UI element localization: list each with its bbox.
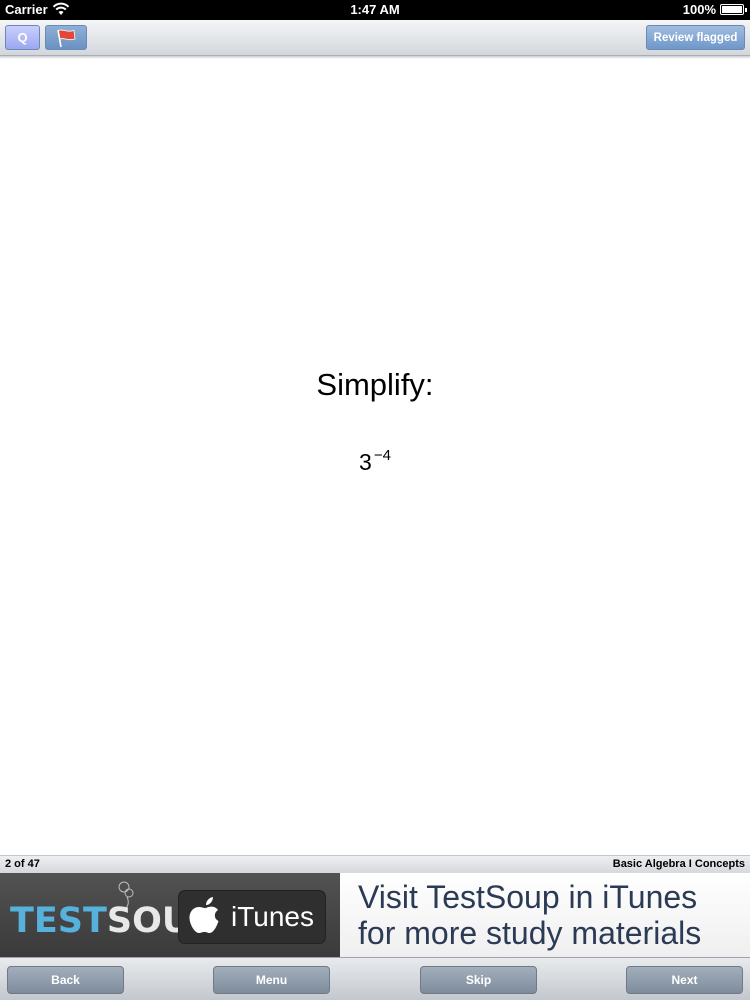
question-card[interactable]: Simplify: 3 −4 xyxy=(0,59,750,855)
bottom-toolbar: Back Menu Skip Next xyxy=(0,957,750,1000)
menu-button[interactable]: Menu xyxy=(213,966,330,994)
battery-percent: 100% xyxy=(682,2,716,17)
itunes-badge-label: iTunes xyxy=(231,901,315,932)
clock: 1:47 AM xyxy=(350,2,400,17)
question-progress: 2 of 47 xyxy=(5,858,40,870)
question-prompt: Simplify: xyxy=(316,367,434,402)
info-bar: 2 of 47 Basic Algebra I Concepts xyxy=(0,855,750,873)
ad-message-panel: Visit TestSoup in iTunes for more study … xyxy=(340,873,750,957)
expression-exponent: −4 xyxy=(373,447,391,464)
expression-base: 3 xyxy=(359,449,372,475)
back-button[interactable]: Back xyxy=(7,966,124,994)
battery-icon xyxy=(720,4,747,15)
flag-button[interactable] xyxy=(45,25,87,50)
skip-button[interactable]: Skip xyxy=(420,966,537,994)
flag-icon xyxy=(57,29,76,47)
review-flagged-button[interactable]: Review flagged xyxy=(646,25,745,50)
ad-line-1: Visit TestSoup in iTunes xyxy=(358,879,698,915)
q-button-label: Q xyxy=(17,30,28,45)
ad-line-2: for more study materials xyxy=(358,915,702,951)
next-button[interactable]: Next xyxy=(626,966,743,994)
ad-brand-panel: TESTSOUP iTunes xyxy=(0,873,340,957)
ad-banner[interactable]: TESTSOUP iTunes Visit TestSoup in iTunes… xyxy=(0,873,750,957)
itunes-badge: iTunes xyxy=(178,890,326,944)
question-expression: 3 −4 xyxy=(0,447,750,476)
q-button[interactable]: Q xyxy=(5,25,40,50)
review-flagged-label: Review flagged xyxy=(653,31,738,44)
top-toolbar: Q Review flagged xyxy=(0,20,750,56)
status-bar: Carrier 1:47 AM 100% xyxy=(0,0,750,20)
apple-icon xyxy=(189,897,219,933)
deck-title: Basic Algebra I Concepts xyxy=(612,858,745,870)
